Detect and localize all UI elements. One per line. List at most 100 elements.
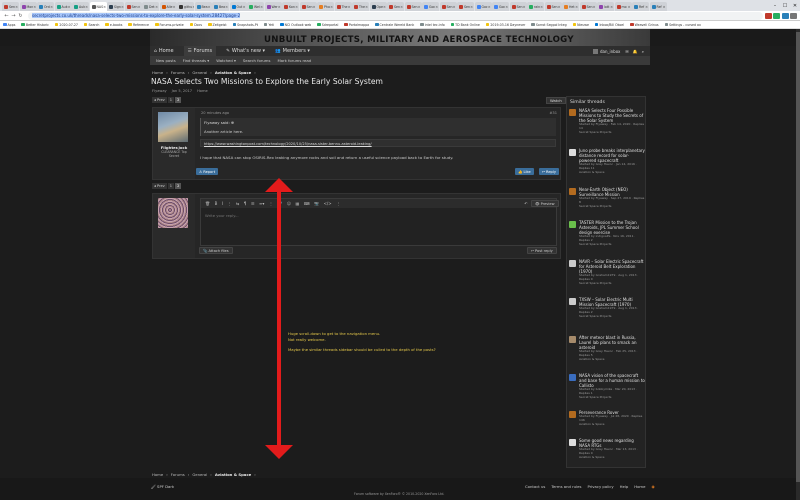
breadcrumb-link[interactable]: Home [152,472,163,477]
tab-close-icon[interactable]: × [330,5,333,9]
thread-author[interactable]: Flyaway [152,89,167,93]
editor-tool-icon[interactable]: </> [324,201,332,206]
editor-tool-icon[interactable]: ⌨ [304,201,310,206]
close-icon[interactable]: ✕ [790,3,800,9]
thread-author-avatar[interactable] [569,298,576,305]
prev-page-button[interactable]: ◂ Prev [152,183,167,189]
tab-close-icon[interactable]: × [418,5,421,9]
thread-author-avatar[interactable] [569,221,576,228]
tab-close-icon[interactable]: × [33,5,36,9]
bookmark-item[interactable]: Inbox/Bill Okoel [594,23,624,27]
footer-link[interactable]: Help [620,484,629,489]
browser-tab[interactable]: rain × [527,2,544,11]
thread-author-avatar[interactable] [569,188,576,195]
inbox-icon[interactable]: ✉ [625,49,628,54]
browser-tab[interactable]: Sen × [509,2,527,11]
tab-close-icon[interactable]: × [610,5,613,9]
attach-files-button[interactable]: 📎 Attach files [199,247,233,254]
subnav-link[interactable]: Watched ▾ [216,58,236,63]
breadcrumb-link[interactable]: Aviation & Space [215,472,251,477]
similar-thread-title[interactable]: TASTER Mission to the Trojan Asteroids, … [579,220,645,235]
editor-tool-icon[interactable]: ☺ [287,201,291,206]
similar-thread-forum[interactable]: Aviation & Space [579,422,645,427]
browser-tab[interactable]: The × [334,2,352,11]
editor-tool-icon[interactable]: ¶ [244,201,247,206]
tab-close-icon[interactable]: × [488,5,491,9]
similar-thread-title[interactable]: After meteor blast in Russia, Laurel lab… [579,335,645,350]
tab-close-icon[interactable]: × [400,5,403,9]
tab-close-icon[interactable]: × [540,5,543,9]
tab-close-icon[interactable]: × [260,5,263,9]
thread-tag[interactable]: Home [197,89,208,93]
browser-tab[interactable]: Goc × [422,2,439,11]
thread-author-avatar[interactable] [569,411,576,418]
maximize-icon[interactable]: ☐ [780,3,790,9]
extension-icon[interactable] [764,12,772,19]
browser-tab[interactable]: NAS × [89,2,107,11]
browser-tab[interactable]: Ord × [37,2,54,11]
browser-tab[interactable]: Sen × [2,2,19,11]
site-title[interactable]: UNBUILT PROJECTS, MILITARY AND AEROSPACE… [264,35,574,45]
tab-close-icon[interactable]: × [50,5,53,9]
footer-link[interactable]: Terms and rules [551,484,581,489]
bookmark-item[interactable]: Search [83,23,99,27]
tab-close-icon[interactable]: × [348,5,351,9]
minimize-icon[interactable]: – [770,3,780,9]
browser-tab[interactable]: Ope × [369,2,387,11]
similar-thread-title[interactable]: NAVR – Solar Electric Spacecraft for Ast… [579,259,645,274]
browser-tab[interactable]: Ref × [649,2,667,11]
browser-tab[interactable]: Sen × [404,2,422,11]
user-menu[interactable]: dan_inbox [600,49,620,54]
browser-tab[interactable]: Sen × [439,2,457,11]
editor-tool-icon[interactable]: ☰ [251,201,255,206]
breadcrumb-link[interactable]: Forums [171,472,185,477]
tab-close-icon[interactable]: × [628,5,631,9]
post-time[interactable]: 20 minutes ago [201,111,229,115]
thread-author-avatar[interactable] [569,260,576,267]
browser-tab[interactable]: Pho × [317,2,334,11]
browser-tab[interactable]: Auk × [72,2,89,11]
reload-icon[interactable]: ↻ [17,13,24,19]
editor-tool-icon[interactable]: B [215,201,218,206]
editor-tool-icon[interactable]: 📷 [314,201,319,206]
alerts-icon[interactable]: 🔔 [633,49,638,54]
tab-close-icon[interactable]: × [68,5,71,9]
profile-icon[interactable] [790,12,797,19]
tab-close-icon[interactable]: × [155,5,158,9]
nav-item-2[interactable]: ✎ What's new ▾ [226,48,265,54]
breadcrumb-link[interactable]: Aviation & Space [215,70,251,75]
tab-close-icon[interactable]: × [278,5,281,9]
browser-tab[interactable]: Sen × [579,2,597,11]
similar-thread-forum[interactable]: Secret Space Projects [579,204,645,209]
browser-tab[interactable]: Het × [562,2,579,11]
scrollbar-thumb[interactable] [796,32,800,482]
bookmark-item[interactable]: NCI Outlook web [280,23,311,27]
browser-tab[interactable]: Sen × [457,2,474,11]
tab-close-icon[interactable]: × [173,5,176,9]
editor-tool-icon[interactable]: ⇆ [236,201,239,206]
tab-close-icon[interactable]: × [138,5,141,9]
similar-thread-forum[interactable]: Secret Space Projects [579,314,645,319]
browser-tab[interactable]: Out × [229,2,247,11]
browser-tab[interactable]: Wer × [264,2,282,11]
editor-tool-icon[interactable]: ≡▾ [259,201,264,206]
bookmark-item[interactable]: 2019-03-16 Daynever [485,23,525,27]
page-1-button[interactable]: 1 [167,97,175,103]
browser-tab[interactable]: The × [352,2,369,11]
subnav-link[interactable]: Mark forums read [277,58,311,63]
page-2-button[interactable]: 2 [175,183,182,189]
tab-close-icon[interactable]: × [15,5,18,9]
post-reply-button[interactable]: ↩ Post reply [527,247,557,254]
thread-date[interactable]: Jan 5, 2017 [172,89,192,93]
bookmark-item[interactable]: Apps [3,23,15,27]
editor-tool-icon[interactable]: ⋮ [228,201,232,206]
editor-tool-icon[interactable]: ↶ [524,201,527,206]
browser-tab[interactable]: Sen × [387,2,404,11]
like-button[interactable]: 👍 Like [515,168,534,175]
footer-credit[interactable]: Forum software by XenForo® © 2010-2020 X… [354,492,444,496]
browser-tab[interactable]: Sen × [544,2,562,11]
page-1-button[interactable]: 1 [167,183,175,189]
preview-button[interactable]: 👁 Preview [531,200,559,207]
footer-link[interactable]: Privacy policy [587,484,613,489]
browser-tab[interactable]: Alle × [159,2,177,11]
